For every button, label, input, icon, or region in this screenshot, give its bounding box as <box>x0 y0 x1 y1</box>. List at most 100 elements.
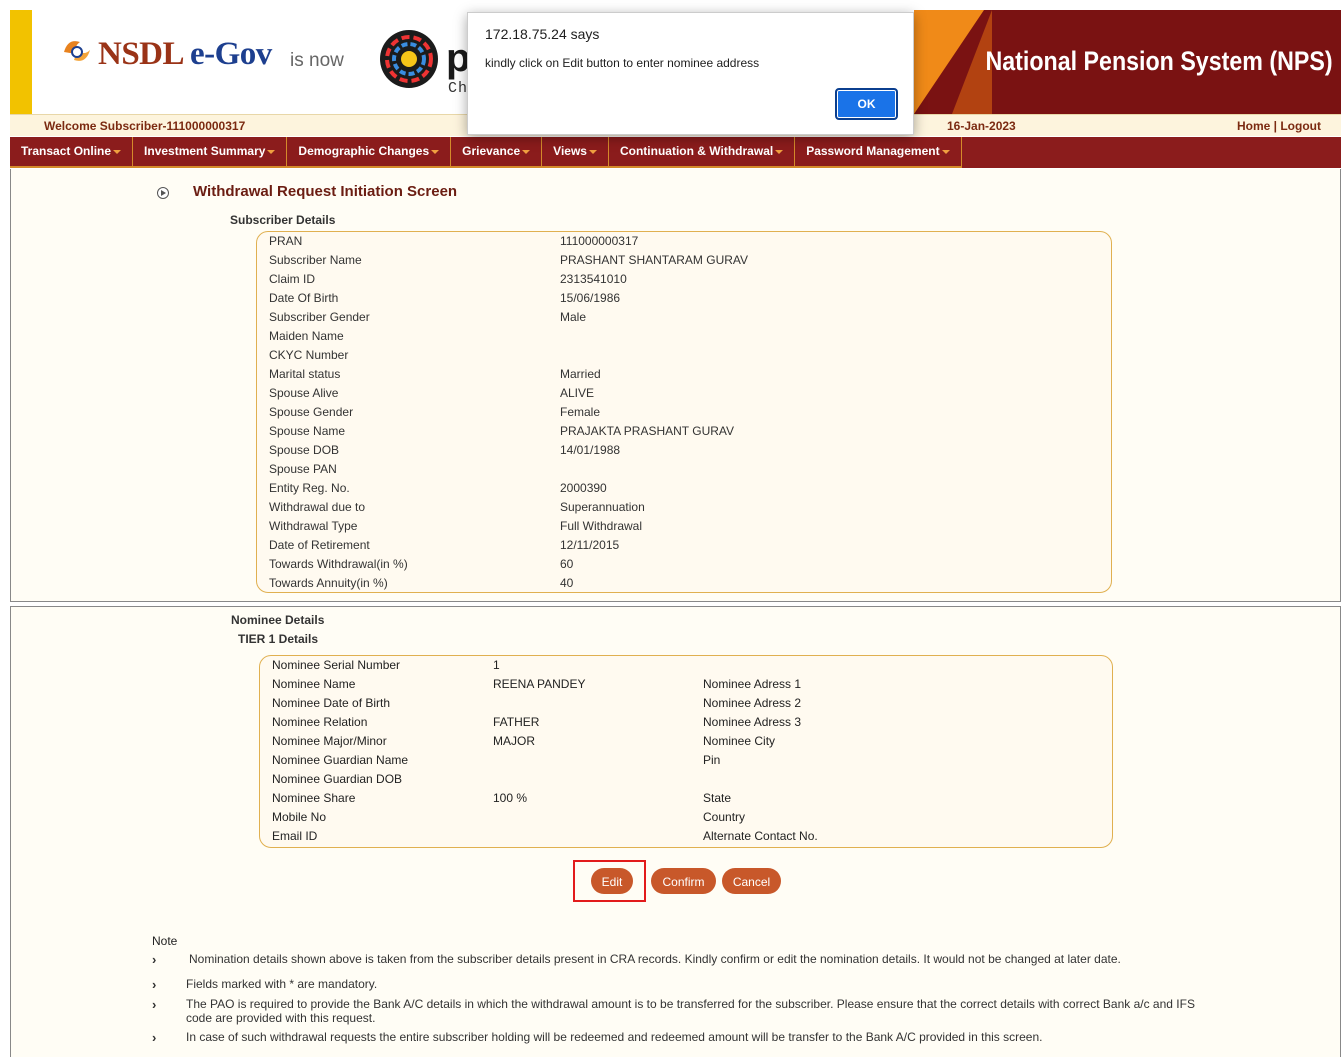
note-label: Note <box>152 934 178 948</box>
alert-dialog: 172.18.75.24 says kindly click on Edit b… <box>467 12 914 135</box>
home-link[interactable]: Home <box>1237 119 1270 133</box>
cancel-button[interactable]: Cancel <box>722 868 781 894</box>
nominee-row: Nominee Guardian DOB <box>272 770 1102 789</box>
detail-label: CKYC Number <box>269 348 349 362</box>
detail-row: Subscriber Name PRASHANT SHANTARAM GURAV <box>269 251 1099 270</box>
detail-label: Towards Withdrawal(in %) <box>269 557 408 571</box>
note-text: Nomination details shown above is taken … <box>189 952 1121 966</box>
nominee-value: MAJOR <box>493 734 535 748</box>
logout-link[interactable]: Logout <box>1280 119 1321 133</box>
nominee-address-label: Alternate Contact No. <box>703 829 818 843</box>
nominee-label: Nominee Major/Minor <box>272 734 387 748</box>
nominee-row: Mobile No Country <box>272 808 1102 827</box>
detail-value: Married <box>560 367 601 381</box>
nominee-address-label: Nominee Adress 1 <box>703 677 802 691</box>
nominee-label: Nominee Share <box>272 791 356 805</box>
detail-row: Maiden Name <box>269 327 1099 346</box>
detail-label: Withdrawal due to <box>269 500 366 514</box>
welcome-text: Welcome Subscriber-111000000317 <box>44 119 246 133</box>
current-date: 16-Jan-2023 <box>947 119 1016 133</box>
detail-value: Male <box>560 310 587 324</box>
detail-value: 15/06/1986 <box>560 291 621 305</box>
detail-label: Spouse Gender <box>269 405 354 419</box>
nominee-row: Nominee Major/Minor MAJOR Nominee City <box>272 732 1102 751</box>
detail-label: Withdrawal Type <box>269 519 358 533</box>
caret-down-icon <box>431 149 440 154</box>
detail-row: Claim ID 2313541010 <box>269 270 1099 289</box>
link-separator: | <box>1273 119 1277 133</box>
alert-title: 172.18.75.24 says <box>485 26 600 42</box>
detail-label: PRAN <box>269 234 303 248</box>
nsdl-logo-icon <box>64 41 90 61</box>
alert-ok-button[interactable]: OK <box>835 88 898 120</box>
nominee-address-label: Nominee Adress 3 <box>703 715 802 729</box>
nps-title: National Pension System (NPS) <box>985 46 1333 76</box>
nominee-label: Email ID <box>272 829 318 843</box>
logo-nsdl: NSDL <box>98 36 183 72</box>
nominee-details-heading: Nominee Details <box>231 613 325 627</box>
nominee-label: Nominee Relation <box>272 715 368 729</box>
nominee-row: Email ID Alternate Contact No. <box>272 827 1102 846</box>
nominee-value: REENA PANDEY <box>493 677 586 691</box>
nominee-label: Nominee Date of Birth <box>272 696 391 710</box>
detail-label: Maiden Name <box>269 329 344 343</box>
detail-label: Subscriber Gender <box>269 310 370 324</box>
detail-label: Date of Retirement <box>269 538 370 552</box>
logo-egov: e-Gov <box>189 36 272 72</box>
caret-down-icon <box>941 149 950 154</box>
caret-down-icon <box>267 149 276 154</box>
nominee-label: Mobile No <box>272 810 327 824</box>
nav-label: Transact Online <box>21 144 112 158</box>
nav-password-management[interactable]: Password Management <box>795 137 962 168</box>
home-logout-links: Home | Logout <box>1237 119 1321 133</box>
detail-row: Spouse PAN <box>269 460 1099 479</box>
nps-banner: National Pension System (NPS) <box>914 10 1341 114</box>
detail-value: 12/11/2015 <box>560 538 620 552</box>
nominee-frame: Nominee Details TIER 1 Details Nominee S… <box>10 606 1341 1057</box>
protean-logo-icon <box>380 30 438 88</box>
detail-row: Spouse Alive ALIVE <box>269 384 1099 403</box>
nav-views[interactable]: Views <box>542 137 609 168</box>
detail-row: Withdrawal Type Full Withdrawal <box>269 517 1099 536</box>
play-bullet-icon <box>157 187 169 199</box>
nominee-address-label: Nominee Adress 2 <box>703 696 802 710</box>
nav-continuation-withdrawal[interactable]: Continuation & Withdrawal <box>608 137 796 168</box>
detail-label: Towards Annuity(in %) <box>269 576 388 590</box>
confirm-button[interactable]: Confirm <box>651 868 716 894</box>
nav-label: Investment Summary <box>144 144 266 158</box>
detail-label: Spouse Alive <box>269 386 339 400</box>
nav-grievance[interactable]: Grievance <box>451 137 543 168</box>
nominee-row: Nominee Share 100 % State <box>272 789 1102 808</box>
detail-label: Spouse PAN <box>269 462 337 476</box>
nominee-value: 1 <box>493 658 500 672</box>
detail-label: Entity Reg. No. <box>269 481 350 495</box>
nav-label: Continuation & Withdrawal <box>619 144 774 158</box>
nav-label: Password Management <box>806 144 940 158</box>
detail-row: Towards Withdrawal(in %) 60 <box>269 555 1099 574</box>
nominee-details-box: Nominee Serial Number 1 Nominee Name REENA… <box>259 655 1113 848</box>
nominee-row: Nominee Guardian Name Pin <box>272 751 1102 770</box>
detail-value: 2313541010 <box>560 272 627 286</box>
nav-label: Grievance <box>462 144 521 158</box>
nav-demographic-changes[interactable]: Demographic Changes <box>287 137 452 168</box>
detail-label: Date Of Birth <box>269 291 339 305</box>
edit-button[interactable]: Edit <box>591 868 633 894</box>
subscriber-details-box: PRAN 111000000317 Subscriber Name PRASHANT… <box>256 231 1112 593</box>
nav-investment-summary[interactable]: Investment Summary <box>133 137 288 168</box>
detail-row: PRAN 111000000317 <box>269 232 1099 251</box>
detail-value: 14/01/1988 <box>560 443 621 457</box>
detail-value: 2000390 <box>560 481 607 495</box>
nominee-address-label: Country <box>703 810 746 824</box>
detail-row: Towards Annuity(in %) 40 <box>269 574 1099 593</box>
detail-row: Spouse DOB 14/01/1988 <box>269 441 1099 460</box>
detail-row: Spouse Name PRAJAKTA PRASHANT GURAV <box>269 422 1099 441</box>
chevron-right-icon: › <box>152 952 157 967</box>
nav-transact-online[interactable]: Transact Online <box>10 137 134 168</box>
nominee-address-label: State <box>703 791 732 805</box>
note-text: Fields marked with * are mandatory. <box>186 977 378 991</box>
note-text: In case of such withdrawal requests the … <box>186 1030 1043 1044</box>
nominee-address-label: Nominee City <box>703 734 776 748</box>
detail-value: PRAJAKTA PRASHANT GURAV <box>560 424 735 438</box>
nominee-row: Nominee Serial Number 1 <box>272 656 1102 675</box>
nominee-address-label: Pin <box>703 753 721 767</box>
